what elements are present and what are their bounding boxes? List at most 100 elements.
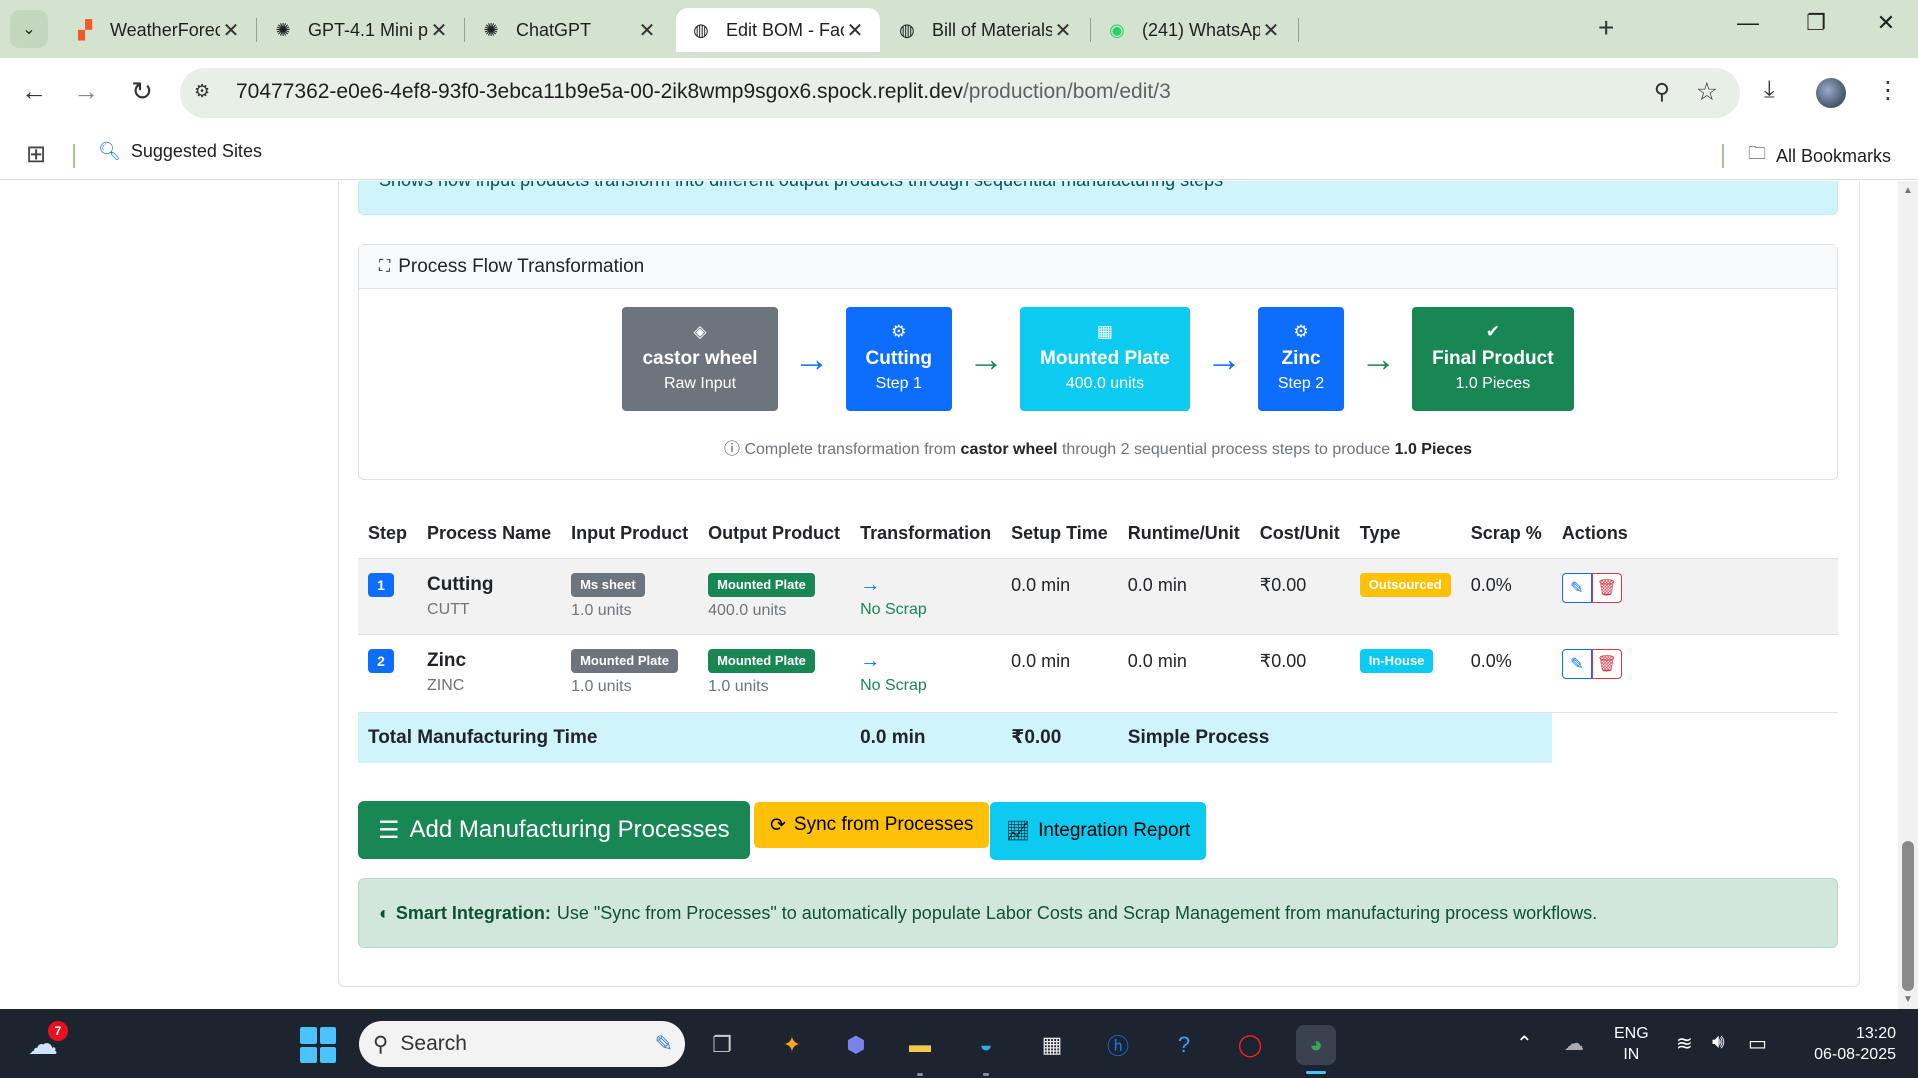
task-view-icon[interactable]: ❐	[702, 1025, 742, 1065]
tab-whatsapp[interactable]: ◉ (241) WhatsApp ✕	[1092, 8, 1296, 52]
reload-button[interactable]: ↻	[124, 76, 160, 107]
copilot-icon[interactable]: ✦	[772, 1025, 812, 1065]
tab-title: GPT-4.1 Mini pricir	[308, 19, 428, 40]
url-text[interactable]: 70477362-e0e6-4ef8-93f0-3ebca11b9e5a-00-…	[236, 80, 1171, 104]
cell-scrap: 0.0%	[1460, 558, 1552, 635]
scrollbar-thumb[interactable]	[1902, 841, 1914, 991]
opera-icon[interactable]: ◯	[1230, 1025, 1270, 1065]
table-row: 1 Cutting CUTT Ms sheet 1.0 units Mounte…	[358, 558, 1838, 635]
toolbar: ← → ↻ ⚙ 70477362-e0e6-4ef8-93f0-3ebca11b…	[0, 58, 1918, 130]
forward-button[interactable]: →	[68, 76, 104, 107]
chevron-up-icon[interactable]: ⌃	[1516, 1031, 1533, 1056]
total-kind: Simple Process	[1117, 712, 1552, 763]
close-icon[interactable]: ✕	[844, 18, 866, 43]
sync-from-processes-button[interactable]: ⟳ Sync from Processes	[754, 802, 990, 848]
battery-icon[interactable]: ▭	[1748, 1031, 1767, 1056]
close-icon[interactable]: ✕	[220, 18, 242, 43]
new-tab-button[interactable]: +	[1598, 12, 1614, 44]
cell-runtime: 0.0 min	[1117, 558, 1250, 635]
cell-input: Mounted Plate 1.0 units	[561, 634, 699, 713]
cell-type: Outsourced	[1349, 558, 1461, 635]
openai-icon: ✺	[275, 19, 291, 40]
apps-grid-icon[interactable]: ⊞	[26, 140, 46, 169]
cell-cost: ₹0.00	[1249, 634, 1350, 713]
chrome-logo: ◕	[1309, 1032, 1323, 1057]
taskbar-search[interactable]: ⚲ Search ✎	[359, 1021, 685, 1067]
hp-icon[interactable]: ⓗ	[1098, 1025, 1138, 1065]
close-icon[interactable]: ✕	[428, 18, 450, 43]
language-indicator[interactable]: ENG IN	[1614, 1023, 1649, 1065]
zoom-icon[interactable]: ⚲	[1654, 79, 1670, 105]
download-icon[interactable]: ⤓	[1764, 76, 1775, 104]
box-icon: ▦	[1096, 322, 1113, 341]
address-bar[interactable]: ⚙ 70477362-e0e6-4ef8-93f0-3ebca11b9e5a-0…	[180, 68, 1740, 118]
cell-step: 1	[358, 558, 418, 635]
add-manufacturing-processes-button[interactable]: ☰ Add Manufacturing Processes	[358, 801, 750, 859]
step-badge: 2	[368, 649, 394, 673]
globe-icon: ◍	[693, 19, 709, 40]
windows-start-button[interactable]	[300, 1027, 336, 1063]
clock[interactable]: 13:20 06-08-2025	[1800, 1023, 1896, 1065]
url-path: /production/bom/edit/3	[962, 80, 1171, 103]
tab-gpt-pricing[interactable]: ✺ GPT-4.1 Mini pricir ✕	[258, 8, 464, 52]
tab-bom-help[interactable]: ◍ Bill of Materials He ✕	[882, 8, 1088, 52]
bookmarks-divider	[1722, 144, 1724, 168]
cell-runtime: 0.0 min	[1117, 634, 1250, 713]
teams-icon[interactable]: ⬢	[836, 1025, 876, 1065]
scroll-up-icon[interactable]: ▲	[1903, 185, 1913, 196]
file-explorer-icon[interactable]: ▬	[900, 1025, 940, 1065]
bookmark-star-icon[interactable]: ☆	[1696, 77, 1718, 107]
wifi-icon[interactable]: ≋	[1676, 1031, 1693, 1056]
col-runtime-unit: Runtime/Unit	[1117, 509, 1250, 559]
scroll-down-icon[interactable]: ▼	[1903, 994, 1913, 1005]
minimize-button[interactable]: —	[1728, 10, 1768, 36]
close-icon[interactable]: ✕	[636, 18, 658, 43]
process-name: Cutting	[427, 574, 494, 595]
close-icon[interactable]: ✕	[1260, 18, 1282, 43]
delete-button[interactable]: 🗑︎	[1591, 649, 1622, 679]
arrow-right-icon: →	[860, 574, 881, 596]
more-menu-icon[interactable]: ⋮	[1876, 76, 1900, 105]
all-bookmarks-button[interactable]: 🗀 All Bookmarks	[1748, 141, 1891, 171]
col-scrap: Scrap %	[1460, 509, 1552, 559]
chart-line-icon: 📈︎	[1006, 821, 1031, 842]
edge-icon[interactable]: ◒	[966, 1025, 1006, 1065]
volume-icon[interactable]: 🔊︎	[1712, 1031, 1725, 1054]
help-icon[interactable]: ?	[1164, 1025, 1204, 1065]
restore-button[interactable]: ❐	[1796, 10, 1836, 36]
profile-avatar[interactable]	[1816, 78, 1846, 108]
edit-button[interactable]: ✎	[1561, 573, 1592, 603]
close-icon[interactable]: ✕	[1052, 18, 1074, 43]
start-tile	[319, 1046, 336, 1063]
scrap-percent: 0.0%	[1470, 575, 1512, 595]
delete-button[interactable]: 🗑︎	[1591, 573, 1622, 603]
tab-weatherforecast[interactable]: ▞ WeatherForecast - ✕	[60, 8, 256, 52]
onedrive-icon[interactable]: ☁	[1564, 1031, 1584, 1056]
restore-icon: ❐	[1806, 10, 1826, 35]
ms-store-icon[interactable]: ▦	[1032, 1025, 1072, 1065]
chrome-icon[interactable]: ◕	[1296, 1025, 1336, 1065]
row-actions: ✎ 🗑︎	[1561, 649, 1828, 679]
site-info-icon[interactable]: ⚙	[194, 81, 210, 102]
flow-step-name: Cutting	[865, 348, 933, 369]
edit-icon: ✎	[1570, 656, 1584, 673]
page-scrollbar[interactable]: ▲ ▼	[1898, 181, 1918, 1009]
flow-step-name: Mounted Plate	[1040, 348, 1170, 369]
integration-report-button[interactable]: 📈︎ Integration Report	[990, 802, 1207, 860]
close-window-button[interactable]: ✕	[1866, 10, 1906, 36]
tab-title: WeatherForecast -	[110, 19, 220, 40]
info-alert: Shows how input products transform into …	[358, 181, 1838, 215]
col-type: Type	[1349, 509, 1461, 559]
flow-step-name: castor wheel	[642, 348, 758, 369]
input-qty: 1.0 units	[571, 678, 632, 695]
flow-step-final-product: ✔ Final Product 1.0 Pieces	[1412, 307, 1574, 411]
tab-divider	[256, 18, 257, 42]
cell-setup: 0.0 min	[1001, 558, 1118, 635]
tab-edit-bom[interactable]: ◍ Edit BOM - Factory ✕	[676, 8, 880, 52]
bookmark-suggested-sites[interactable]: 🔍︎ Suggested Sites	[98, 141, 262, 162]
tab-search-button[interactable]: ⌄	[10, 10, 48, 48]
edit-button[interactable]: ✎	[1561, 649, 1592, 679]
back-button[interactable]: ←	[16, 76, 52, 107]
brain-icon: ◐	[379, 902, 390, 923]
tab-chatgpt[interactable]: ✺ ChatGPT ✕	[466, 8, 672, 52]
